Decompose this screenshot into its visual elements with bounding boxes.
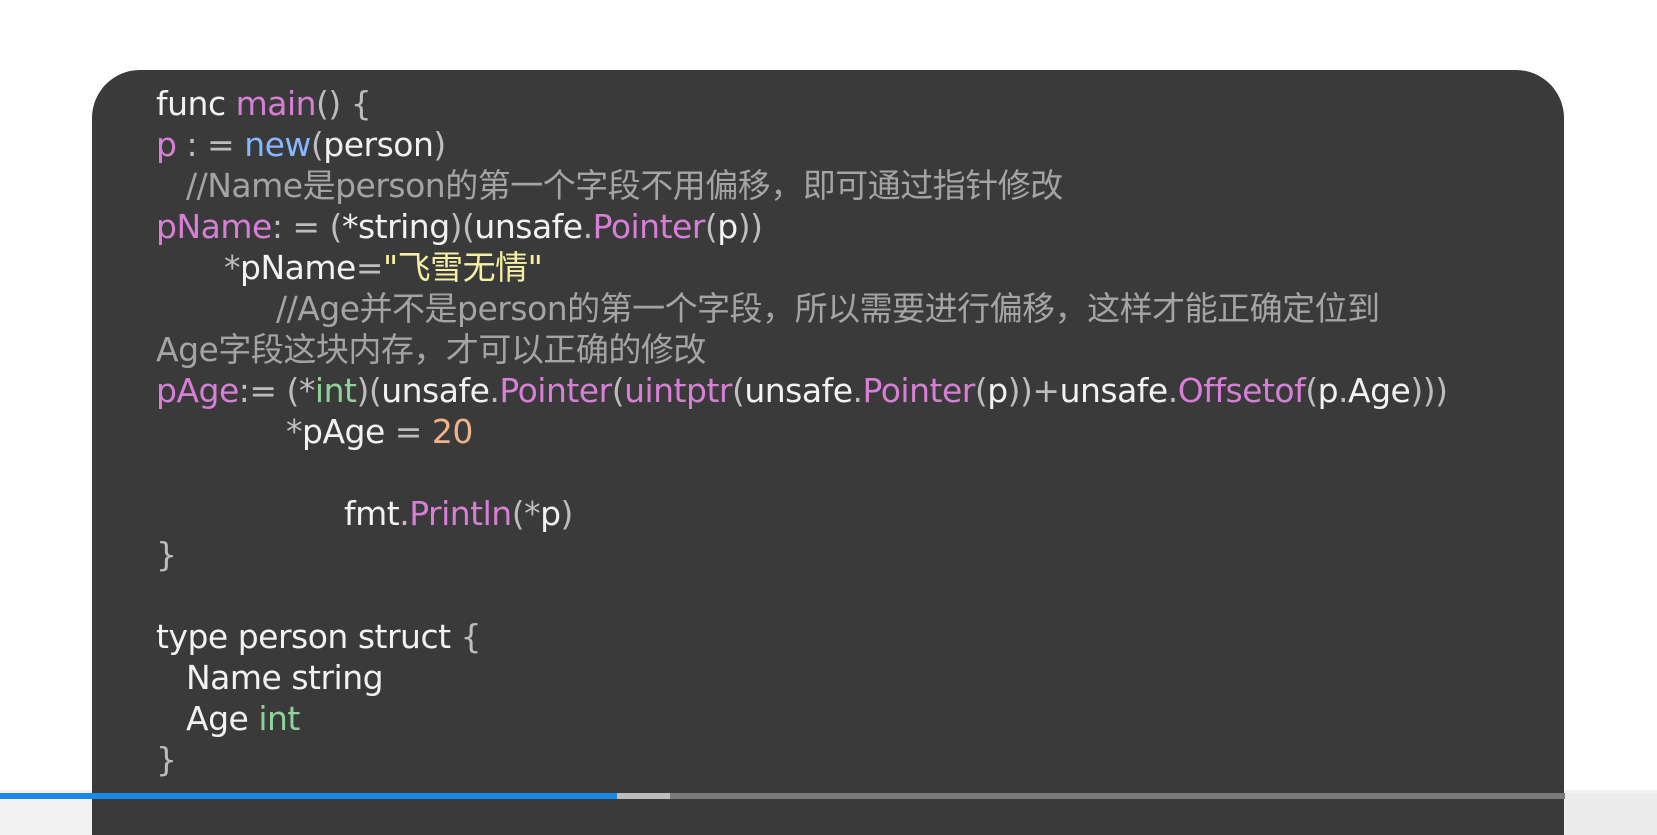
code-token: }: [156, 535, 177, 574]
code-token: unsafe: [744, 371, 853, 410]
code-line: }: [156, 533, 177, 576]
code-token: ): [433, 125, 446, 164]
code-token: p: [540, 494, 561, 533]
code-token: uintptr: [624, 371, 732, 410]
code-token: ))+: [1007, 371, 1060, 410]
code-token: pAge: [156, 371, 239, 410]
code-token: Pointer: [862, 371, 976, 410]
code-token: //Name是person的第一个字段不用偏移，即可通过指针修改: [186, 166, 1063, 205]
code-token: .: [582, 207, 594, 246]
code-token: unsafe: [381, 371, 490, 410]
code-token: (: [310, 125, 324, 164]
code-token: func: [156, 84, 236, 123]
code-token: .: [1167, 371, 1179, 410]
code-token: .: [1338, 371, 1349, 410]
code-token: p: [987, 371, 1008, 410]
code-token: Age字段这块内存，才可以正确的修改: [156, 330, 706, 369]
code-token: .: [399, 494, 410, 533]
code-token: unsafe: [1059, 371, 1169, 410]
code-line: pName: = (*string)(unsafe.Pointer(p)): [156, 205, 763, 248]
code-token: ): [560, 494, 574, 533]
code-token: (: [974, 371, 988, 410]
code-token: =: [355, 248, 384, 287]
code-token: *: [298, 371, 316, 410]
video-progress-played: [0, 793, 617, 799]
code-line: //Name是person的第一个字段不用偏移，即可通过指针修改: [186, 164, 1063, 207]
code-token: int: [258, 699, 300, 738]
code-token: person: [237, 617, 358, 656]
code-token: Age: [1348, 371, 1411, 410]
code-line: Name string: [186, 656, 384, 699]
code-token: Age: [186, 699, 259, 738]
code-token: main: [235, 84, 317, 123]
code-token: p: [156, 125, 177, 164]
code-line: Age int: [186, 697, 300, 740]
code-line: *pAge = 20: [286, 410, 473, 453]
code-token: *: [524, 494, 541, 533]
code-token: )): [737, 207, 763, 246]
code-token: *: [286, 412, 303, 451]
code-token: 20: [431, 412, 474, 451]
code-line: fmt.Println(*p): [344, 492, 573, 535]
code-token: pAge: [302, 412, 385, 451]
code-token: int: [314, 371, 357, 410]
code-token: Println: [409, 494, 512, 533]
code-token: (: [611, 371, 625, 410]
code-token: //Age并不是person的第一个字段，所以需要进行偏移，这样才能正确定位到: [276, 289, 1380, 328]
code-token: =: [384, 412, 432, 451]
code-token: )(: [356, 371, 382, 410]
code-token: pName: [156, 207, 272, 246]
code-token: person: [323, 125, 434, 164]
code-token: (: [731, 371, 745, 410]
code-token: (: [511, 494, 525, 533]
code-token: Name: [186, 658, 292, 697]
code-line: pAge:= (*int)(unsafe.Pointer(uintptr(uns…: [156, 369, 1448, 412]
code-token: : = (: [271, 207, 343, 246]
code-token: fmt: [344, 494, 400, 533]
code-line: }: [156, 738, 177, 781]
code-line: func main() {: [156, 82, 372, 125]
code-token: )(: [449, 207, 475, 246]
code-token: Pointer: [592, 207, 706, 246]
code-token: := (: [238, 371, 300, 410]
code-token: Pointer: [499, 371, 612, 410]
code-token: .: [489, 371, 500, 410]
code-token: () {: [316, 84, 372, 123]
code-token: p: [717, 207, 738, 246]
code-line: *pName="飞雪无情": [224, 246, 543, 289]
code-token: Offsetof: [1177, 371, 1306, 410]
code-line: //Age并不是person的第一个字段，所以需要进行偏移，这样才能正确定位到: [276, 287, 1380, 330]
player-controls-edge: [1565, 793, 1657, 835]
code-token: struct: [357, 617, 461, 656]
code-token: *: [224, 248, 241, 287]
code-token: ))): [1410, 371, 1448, 410]
code-line: Age字段这块内存，才可以正确的修改: [156, 328, 706, 371]
code-line: p : = new(person): [156, 123, 446, 166]
code-token: (: [704, 207, 718, 246]
code-token: (: [1305, 371, 1318, 410]
code-token: : =: [176, 125, 245, 164]
code-token: }: [156, 740, 177, 779]
code-token: .: [852, 371, 864, 410]
code-token: *string: [341, 207, 450, 246]
code-token: pName: [240, 248, 356, 287]
video-progress-bar[interactable]: [0, 793, 1565, 799]
code-token: new: [244, 125, 311, 164]
video-frame: func main() {p : = new(person)//Name是per…: [0, 0, 1657, 835]
code-line: type person struct {: [156, 615, 482, 658]
code-token: {: [460, 617, 482, 656]
code-token: type: [156, 617, 238, 656]
code-slide: func main() {p : = new(person)//Name是per…: [92, 70, 1564, 835]
code-token: p: [1317, 371, 1339, 410]
code-token: unsafe: [474, 207, 583, 246]
code-token: string: [291, 658, 384, 697]
code-token: "飞雪无情": [382, 248, 543, 287]
